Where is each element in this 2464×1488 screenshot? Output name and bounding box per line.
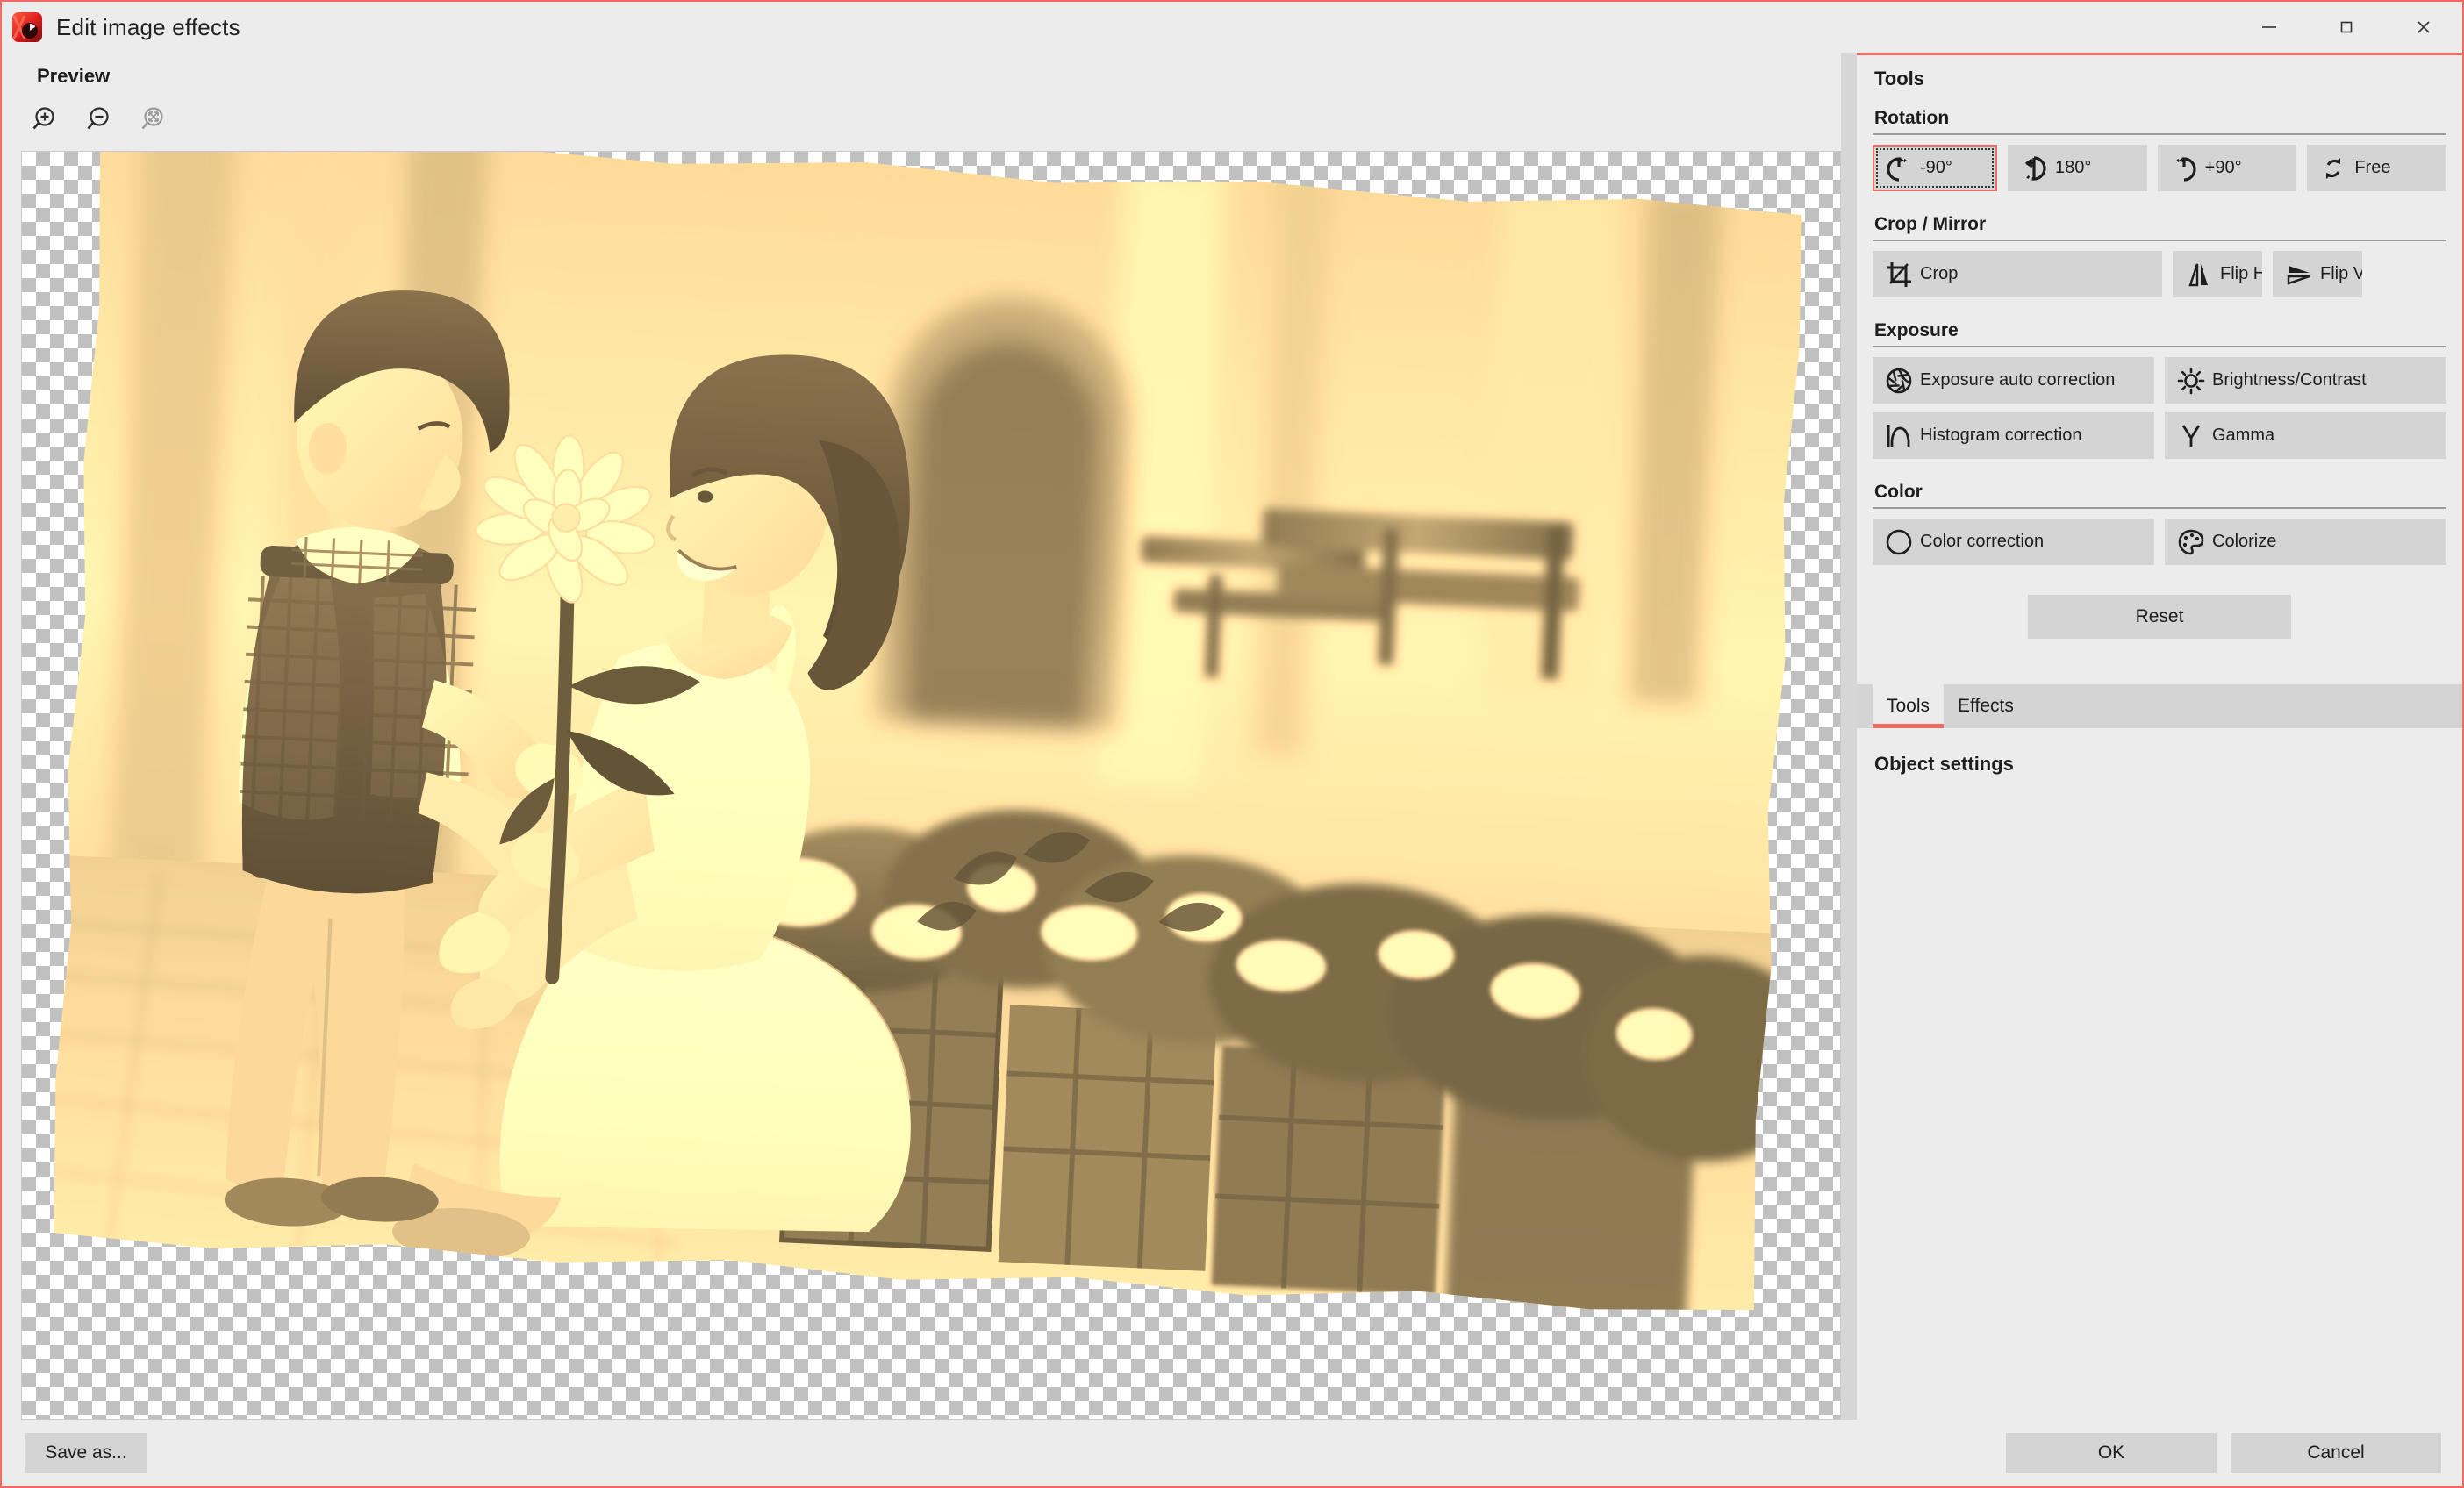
color-correction-button[interactable]: Color correction — [1873, 519, 2154, 565]
exposure-auto-correction-label: Exposure auto correction — [1920, 370, 2116, 390]
section-rule — [1873, 240, 2446, 241]
minimize-icon[interactable] — [2231, 2, 2308, 53]
section-heading-exposure: Exposure — [1874, 320, 1959, 340]
gamma-label: Gamma — [2212, 426, 2275, 445]
tab-tools[interactable]: Tools — [1873, 684, 1945, 728]
section-heading-color: Color — [1874, 482, 1923, 502]
ok-button[interactable]: OK — [2006, 1433, 2217, 1473]
image-layer[interactable] — [39, 152, 1813, 1327]
exposure-auto-correction-button[interactable]: Exposure auto correction — [1873, 357, 2154, 404]
histogram-correction-button[interactable]: Histogram correction — [1873, 412, 2154, 459]
preview-canvas[interactable] — [21, 151, 1841, 1420]
rotate-right-icon — [2167, 154, 2202, 182]
crop-button[interactable]: Crop — [1873, 251, 2162, 297]
contrast-circle-icon — [1881, 528, 1916, 556]
flip-horizontal-label: Flip H — [2220, 264, 2262, 283]
section-rule — [1873, 346, 2446, 347]
pane-divider — [1841, 53, 1857, 1420]
fit-to-screen-icon[interactable] — [135, 100, 175, 140]
flip-vertical-icon — [2281, 261, 2317, 289]
reset-button[interactable]: Reset — [2028, 595, 2291, 639]
cancel-button[interactable]: Cancel — [2231, 1433, 2441, 1473]
palette-icon — [2174, 528, 2209, 556]
object-settings-pane: Object settings — [1857, 728, 2462, 1420]
gamma-icon — [2174, 422, 2209, 450]
save-as-button[interactable]: Save as... — [25, 1433, 147, 1473]
tab-effects[interactable]: Effects — [1944, 684, 2028, 728]
rotation-button-row: -90° 180° +90° Free — [1873, 145, 2446, 191]
rotate-left-icon — [1881, 154, 1916, 182]
reset-row: Reset — [1873, 595, 2446, 639]
brightness-contrast-button[interactable]: Brightness/Contrast — [2165, 357, 2446, 404]
section-heading-rotation: Rotation — [1874, 108, 1950, 128]
rotate-180-icon — [2016, 154, 2052, 182]
object-settings-title: Object settings — [1874, 753, 2014, 775]
brightness-contrast-label: Brightness/Contrast — [2212, 370, 2367, 390]
tools-panel-title: Tools — [1874, 68, 1925, 89]
preview-image — [39, 152, 1813, 1327]
section-rule — [1873, 507, 2446, 509]
section-rule — [1873, 133, 2446, 135]
edit-image-effects-window: Edit image effects Preview Tools Rotatio… — [0, 0, 2464, 1488]
exposure-button-row-2: Histogram correction Gamma — [1873, 412, 2446, 459]
window-controls — [2231, 2, 2462, 53]
tools-panel-inner: Tools Rotation -90° 180° +90° Free Crop … — [1857, 55, 2462, 639]
rotate-free-label: Free — [2354, 158, 2391, 177]
color-correction-label: Color correction — [1920, 532, 2045, 551]
histogram-icon — [1881, 422, 1916, 450]
histogram-correction-label: Histogram correction — [1920, 426, 2082, 445]
preview-pane: Preview — [2, 53, 1841, 1420]
zoom-in-icon[interactable] — [26, 100, 67, 140]
preview-header: Preview — [2, 53, 1841, 88]
crop-label: Crop — [1920, 264, 1959, 283]
colorize-button[interactable]: Colorize — [2165, 519, 2446, 565]
maximize-icon[interactable] — [2308, 2, 2385, 53]
dialog-footer: Save as... OK Cancel — [2, 1420, 2462, 1486]
close-icon[interactable] — [2385, 2, 2462, 53]
rotate-180-button[interactable]: 180° — [2008, 145, 2147, 191]
gamma-button[interactable]: Gamma — [2165, 412, 2446, 459]
title-bar: Edit image effects — [2, 2, 2462, 53]
rotate-free-button[interactable]: Free — [2307, 145, 2446, 191]
crop-mirror-button-row: Crop Flip H Flip V — [1873, 251, 2446, 297]
crop-icon — [1881, 261, 1916, 289]
sun-icon — [2174, 367, 2209, 395]
rotate-plus-90-button[interactable]: +90° — [2157, 145, 2297, 191]
flip-vertical-button[interactable]: Flip V — [2273, 251, 2362, 297]
main-content: Preview Tools Rotation -90° 180° +90° Fr… — [2, 53, 2462, 1420]
preview-toolbar — [2, 88, 1841, 151]
aperture-icon — [1881, 367, 1916, 395]
app-logo-icon — [12, 12, 42, 42]
section-heading-crop-mirror: Crop / Mirror — [1874, 214, 1987, 234]
colorize-label: Colorize — [2212, 532, 2277, 551]
flip-horizontal-button[interactable]: Flip H — [2173, 251, 2262, 297]
rotate-plus-90-label: +90° — [2204, 158, 2242, 177]
zoom-out-icon[interactable] — [81, 100, 121, 140]
rotate-180-label: 180° — [2055, 158, 2092, 177]
rotate-minus-90-label: -90° — [1920, 158, 1952, 177]
color-button-row: Color correction Colorize — [1873, 519, 2446, 565]
tools-panel: Tools Rotation -90° 180° +90° Free Crop … — [1857, 53, 2462, 1420]
window-title: Edit image effects — [56, 13, 240, 40]
flip-horizontal-icon — [2181, 261, 2217, 289]
rotate-free-icon — [2316, 154, 2351, 182]
preview-label: Preview — [37, 65, 111, 87]
panel-tabstrip: Tools Effects — [1857, 684, 2462, 728]
exposure-button-row-1: Exposure auto correction Brightness/Cont… — [1873, 357, 2446, 404]
rotate-minus-90-button[interactable]: -90° — [1873, 145, 1998, 191]
flip-vertical-label: Flip V — [2320, 264, 2362, 283]
